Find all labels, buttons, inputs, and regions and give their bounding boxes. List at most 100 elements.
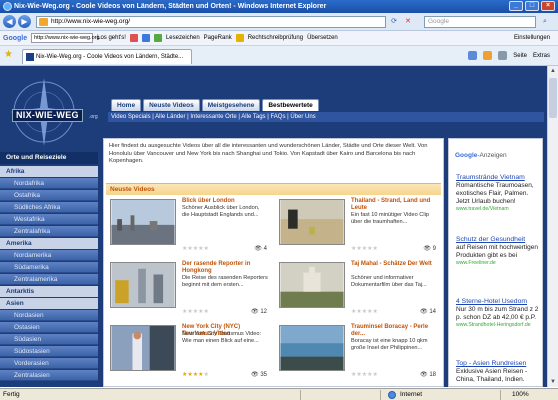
sidebar-item[interactable]: Nordasien — [0, 310, 98, 321]
ad-title[interactable]: Traumstrände Vietnam — [456, 174, 540, 182]
settings-button[interactable]: Einstellungen — [514, 35, 550, 41]
video-title[interactable]: Thailand - Strand, Land und Leute — [351, 198, 437, 212]
view-count: 👁 9 — [423, 246, 436, 252]
status-bar: Fertig Internet 100% — [0, 388, 558, 400]
ad-url[interactable]: www.Freeliner.de — [456, 260, 540, 267]
site-logo[interactable]: NIX-WIE-WEG — [12, 109, 83, 122]
sidebar-item[interactable]: Südasien — [0, 334, 98, 345]
favorites-star-icon[interactable]: ★ — [4, 50, 13, 60]
sub-navigation[interactable]: Video Specials | Alle Länder | Interessa… — [108, 112, 544, 122]
minimize-button[interactable]: _ — [509, 1, 523, 11]
sidebar-item[interactable]: Nordafrika — [0, 178, 98, 189]
status-text: Fertig — [3, 391, 20, 398]
video-title[interactable]: Der rasende Reporter in Hongkong — [182, 261, 268, 275]
sidebar-item[interactable]: Vorderasien — [0, 358, 98, 369]
forward-button[interactable]: ▶ — [18, 15, 31, 28]
sidebar-item[interactable]: Nordamerika — [0, 250, 98, 261]
view-count-value: 9 — [432, 246, 436, 252]
gmail-icon[interactable] — [129, 34, 138, 42]
video-title[interactable]: Trauminsel Boracay - Perle der... — [351, 324, 437, 338]
video-thumbnail[interactable] — [110, 325, 176, 371]
google-toolbar-input[interactable]: http://www.nix-wie-weg.org — [31, 33, 100, 43]
sidebar-item[interactable]: Westafrika — [0, 214, 98, 225]
video-title[interactable]: Taj Mahal - Schätze Der Welt — [351, 261, 437, 268]
tab-most-viewed[interactable]: Meistgesehene — [201, 99, 261, 111]
scroll-thumb[interactable] — [549, 78, 557, 118]
star-bookmark-icon[interactable] — [153, 34, 162, 42]
site-nav-tabs: Home Neuste Videos Meistgesehene Bestbew… — [111, 99, 319, 111]
view-count-value: 18 — [429, 372, 436, 378]
home-icon[interactable] — [468, 51, 478, 60]
video-thumbnail[interactable] — [110, 262, 176, 308]
page-menu[interactable]: Seite — [513, 53, 527, 59]
window-title: Nix-Wie-Weg.org - Coole Videos von Lände… — [14, 3, 327, 10]
ad-url[interactable]: www.travel.de/Vietnam — [456, 206, 540, 213]
tab-newest-videos[interactable]: Neuste Videos — [143, 99, 200, 111]
scroll-down-icon[interactable]: ▼ — [548, 377, 558, 387]
feeds-icon[interactable] — [483, 51, 493, 60]
view-count-value: 35 — [260, 372, 267, 378]
video-thumbnail[interactable] — [110, 199, 176, 245]
rating-stars: ★★★★★ — [351, 372, 378, 378]
video-card: Der rasende Reporter in Hongkong Die Rei… — [106, 259, 271, 321]
tab-home[interactable]: Home — [111, 99, 142, 111]
sidebar-item[interactable]: Zentralamerika — [0, 274, 98, 285]
ads-google-label: Google — [455, 152, 478, 159]
close-button[interactable]: × — [541, 1, 555, 11]
print-icon[interactable] — [498, 51, 508, 60]
sidebar-item[interactable]: Zentralasien — [0, 370, 98, 381]
tab-top-rated[interactable]: Bestbewertete — [262, 99, 319, 111]
globe-icon — [388, 391, 396, 399]
search-icon[interactable]: ⌕ — [539, 16, 551, 28]
video-thumbnail[interactable] — [279, 199, 345, 245]
back-button[interactable]: ◀ — [3, 15, 16, 28]
ads-label-suffix: -Anzeigen — [477, 152, 507, 159]
video-card: Blick über London Schöner Ausblick über … — [106, 196, 271, 258]
stop-icon[interactable]: ✕ — [402, 16, 414, 28]
sidebar-category-asien[interactable]: Asien — [0, 298, 98, 309]
sidebar-item[interactable]: Ostafrika — [0, 190, 98, 201]
browser-tab[interactable]: Nix-Wie-Weg.org - Coole Videos von Lände… — [22, 49, 192, 64]
sidebar-item[interactable]: Südamerika — [0, 262, 98, 273]
maximize-button[interactable]: □ — [525, 1, 539, 11]
video-description: Schöner Ausblick über London, die Haupts… — [182, 205, 260, 218]
video-card: Thailand - Strand, Land und Leute Ein fa… — [275, 196, 440, 258]
security-zone-label: Internet — [400, 391, 423, 398]
status-divider — [500, 390, 501, 400]
sidebar-item[interactable]: Ostasien — [0, 322, 98, 333]
view-count: 👁 12 — [251, 309, 267, 315]
view-count: 👁 18 — [420, 372, 436, 378]
bookmark-icon[interactable] — [141, 34, 150, 42]
sidebar-item[interactable]: Südliches Afrika — [0, 202, 98, 213]
ad-description: Exklusive Asien Reisen - China, Thailand… — [456, 368, 528, 383]
address-bar[interactable]: http://www.nix-wie-weg.org/ — [36, 16, 386, 28]
spellcheck-button[interactable]: Rechtschreibprüfung — [248, 35, 303, 41]
security-zone[interactable]: Internet — [386, 389, 422, 400]
ad-item: Top - Asien Rundreisen Exklusive Asien R… — [456, 360, 540, 384]
view-count: 👁 4 — [254, 246, 267, 252]
video-thumbnail[interactable] — [279, 262, 345, 308]
refresh-icon[interactable]: ⟳ — [388, 16, 400, 28]
ad-title[interactable]: 4 Sterne-Hotel Usedom — [456, 298, 540, 306]
scroll-up-icon[interactable]: ▲ — [548, 66, 558, 76]
translate-button[interactable]: Übersetzen — [307, 35, 338, 41]
extras-menu[interactable]: Extras — [533, 53, 550, 59]
search-input[interactable]: Google — [424, 16, 536, 28]
ad-title[interactable]: Top - Asien Rundreisen — [456, 360, 540, 368]
sidebar-category-afrika[interactable]: Afrika — [0, 166, 98, 177]
sidebar-item[interactable]: Zentralafrika — [0, 226, 98, 237]
video-card: Taj Mahal - Schätze Der Welt Schöner und… — [275, 259, 440, 321]
zoom-level[interactable]: 100% — [512, 389, 529, 400]
video-card: Trauminsel Boracay - Perle der... Boraca… — [275, 322, 440, 384]
sidebar-item[interactable]: Südostasien — [0, 346, 98, 357]
ad-url[interactable]: www.Strandhotel-Heringsdorf.de — [456, 322, 540, 329]
sidebar-category-amerika[interactable]: Amerika — [0, 238, 98, 249]
go-button[interactable]: Los geht's! — [97, 35, 126, 41]
video-thumbnail[interactable] — [279, 325, 345, 371]
ad-title[interactable]: Schutz der Gesundheit — [456, 236, 540, 244]
view-count: 👁 35 — [251, 372, 267, 378]
sidebar-category-antarktis[interactable]: Antarktis — [0, 286, 98, 297]
bookmarks-button[interactable]: Lesezeichen — [166, 35, 200, 41]
video-title[interactable]: Blick über London — [182, 198, 268, 205]
vertical-scrollbar[interactable]: ▲ ▼ — [547, 66, 558, 387]
